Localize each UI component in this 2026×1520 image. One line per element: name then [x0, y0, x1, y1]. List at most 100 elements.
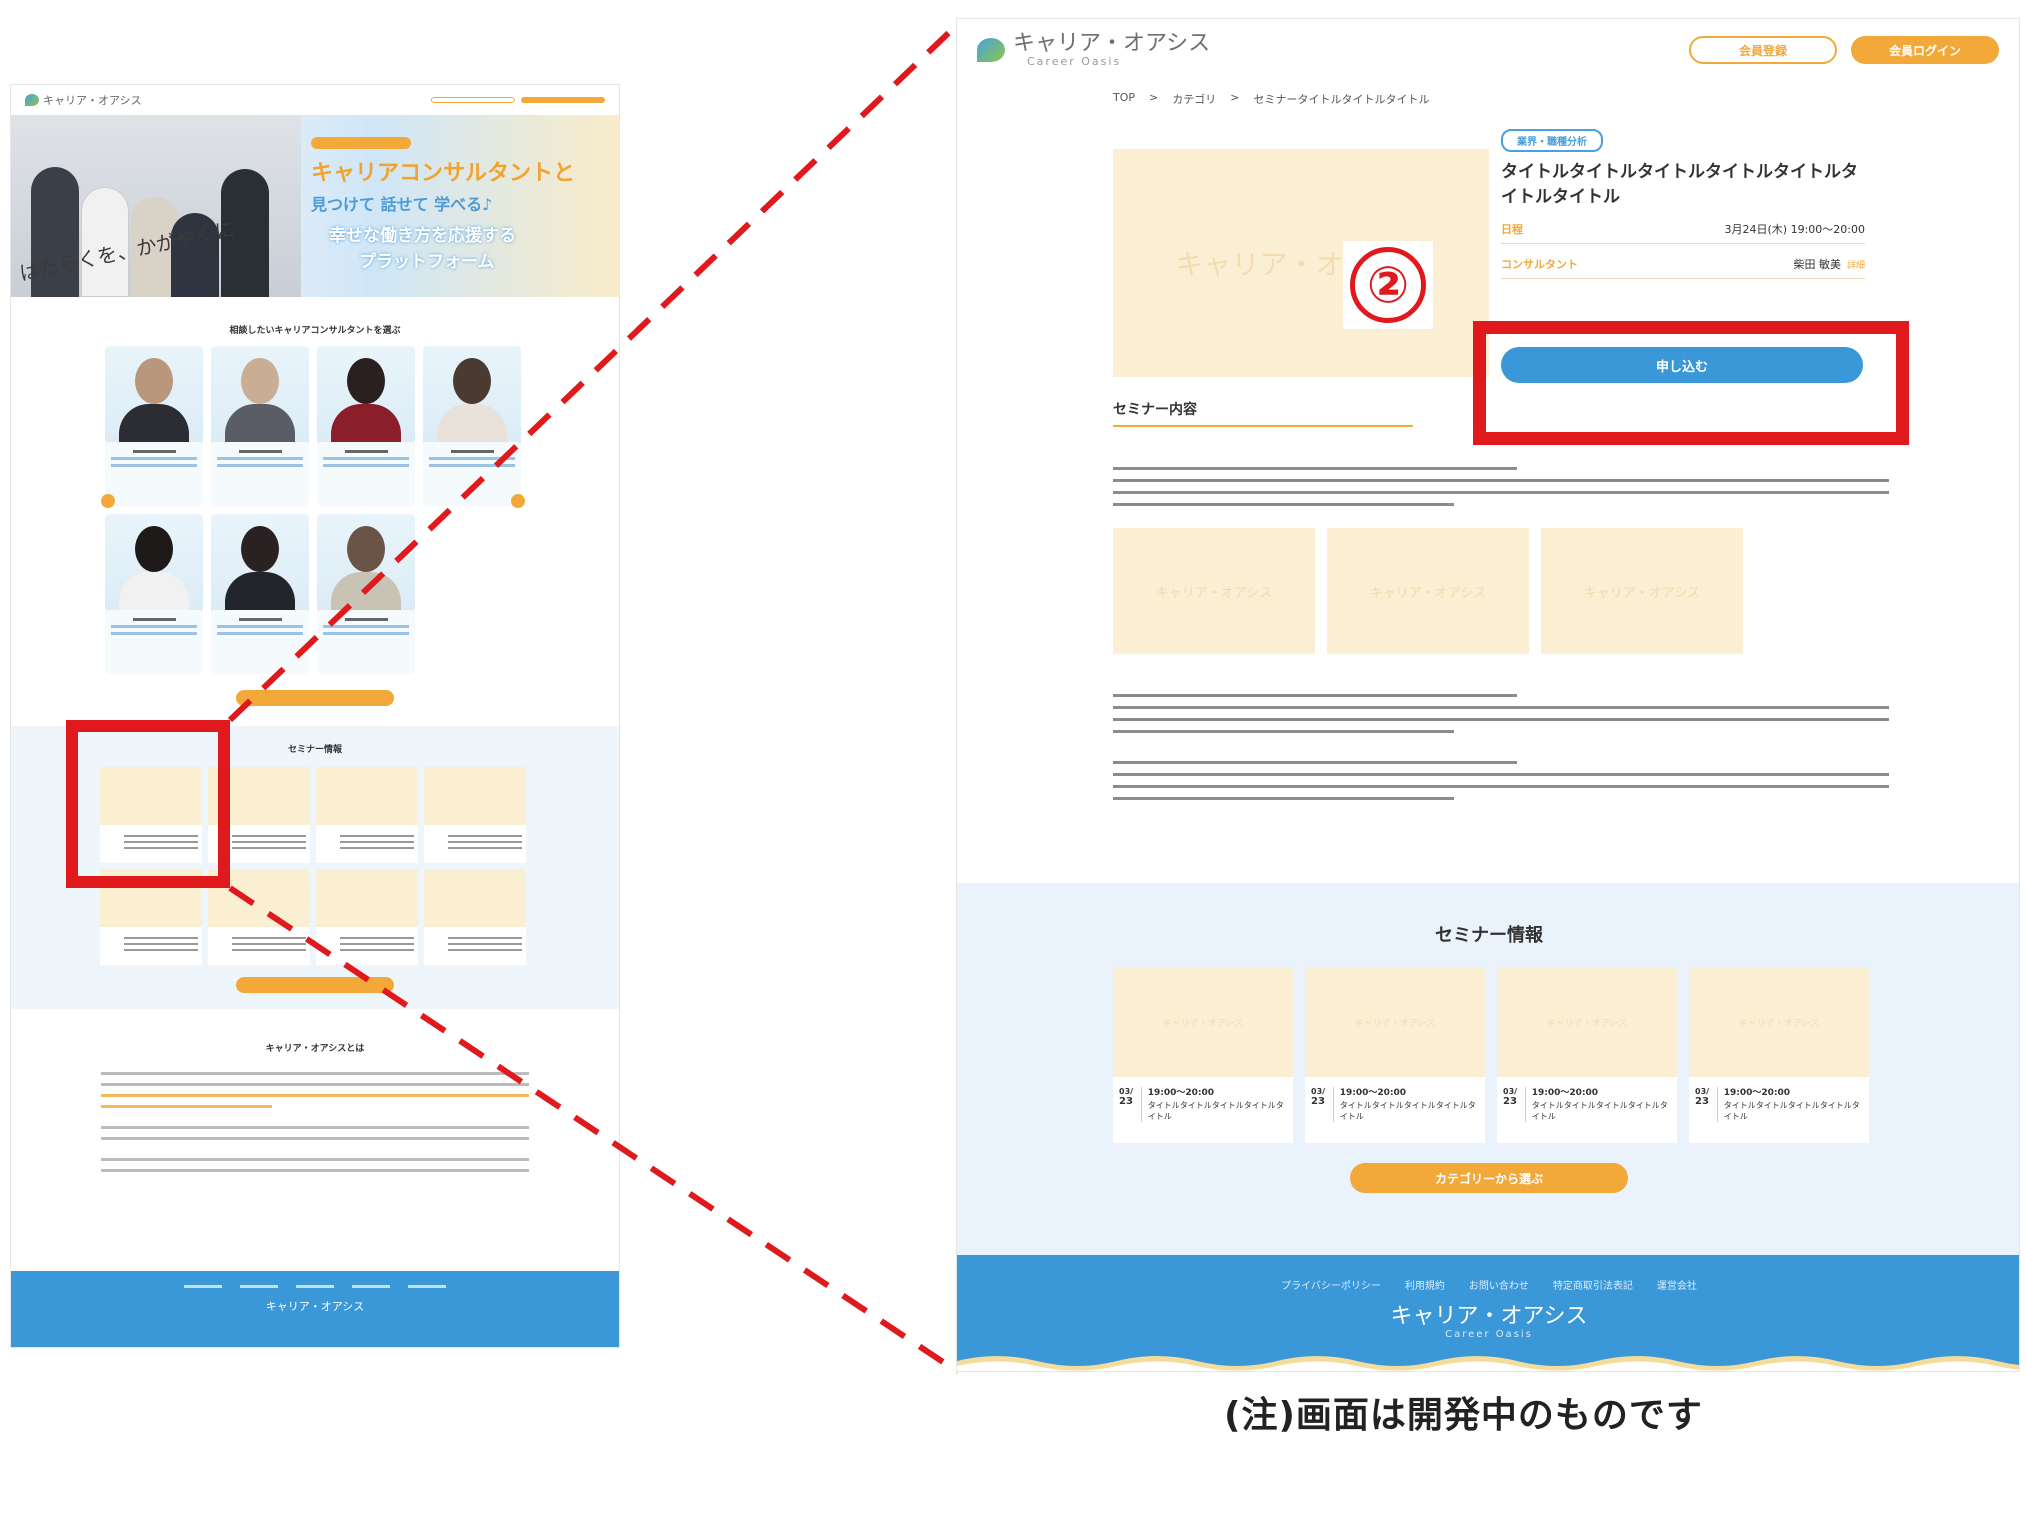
- thumb-logo[interactable]: キャリア・オアシス: [25, 92, 142, 108]
- thumb-footer: キャリア・オアシス: [11, 1271, 619, 1347]
- callout-number-text: ②: [1350, 247, 1426, 323]
- site-footer: プライバシーポリシー 利用規約 お問い合わせ 特定商取引法表記 運営会社 キャリ…: [957, 1255, 2019, 1371]
- seminar-card-title: タイトルタイトルタイトルタイトルタイトル: [1531, 1100, 1668, 1121]
- thumb-consultant-grid: [105, 346, 525, 674]
- site-logo[interactable]: キャリア・オアシス Career Oasis: [977, 30, 1211, 68]
- seminar-card-date: 03/23: [1503, 1087, 1526, 1122]
- seminar-info: 業界・職種分析 タイトルタイトルタイトルタイトルタイトルタイトルタイトル 日程 …: [1501, 129, 1865, 280]
- thumb-login-button[interactable]: [521, 97, 605, 103]
- callout-number: ②: [1343, 241, 1433, 329]
- carousel-prev-icon[interactable]: [101, 494, 115, 508]
- seminar-card[interactable]: キャリア・オアシス 03/23 19:00〜20:00 タイトルタイトルタイトルタ…: [1689, 967, 1869, 1143]
- thumb-header-link[interactable]: [341, 97, 425, 103]
- content-title-underline: [1113, 425, 1413, 427]
- gallery-image: キャリア・オアシス: [1327, 528, 1529, 654]
- footer-link-contact[interactable]: お問い合わせ: [1469, 1277, 1529, 1292]
- seminar-description-1: [1113, 467, 1889, 506]
- hero-title: キャリアコンサルタントと: [311, 161, 576, 186]
- logo-mark-icon: [977, 38, 1005, 62]
- consultant-card[interactable]: [105, 346, 203, 506]
- breadcrumb-separator: >: [1230, 91, 1240, 104]
- thumb-consultants-title: 相談したいキャリアコンサルタントを選ぶ: [229, 326, 401, 336]
- footer-link-privacy[interactable]: プライバシーポリシー: [1281, 1277, 1381, 1292]
- seminar-description-2: [1113, 694, 1889, 733]
- carousel-next-icon[interactable]: [511, 494, 525, 508]
- thumb-seminar-card[interactable]: [424, 767, 526, 863]
- breadcrumb: TOP > カテゴリ > セミナータイトルタイトルタイトル: [957, 91, 2019, 107]
- full-page-thumbnail: キャリア・オアシス はたらくを、かがやくに キャリアコンサルタントと 見つけて …: [10, 84, 620, 1348]
- thumb-register-button[interactable]: [431, 97, 515, 103]
- thumb-seminar-card[interactable]: [316, 767, 418, 863]
- seminar-card-image: キャリア・オアシス: [1689, 967, 1869, 1077]
- hero-subtitle-2: 幸せな働き方を応援する: [329, 226, 516, 246]
- logo-name: キャリア・オアシス: [1013, 30, 1211, 56]
- seminar-card-title: タイトルタイトルタイトルタイトルタイトル: [1339, 1100, 1476, 1121]
- consultant-card[interactable]: [105, 514, 203, 674]
- seminar-card[interactable]: キャリア・オアシス 03/23 19:00〜20:00 タイトルタイトルタイトルタ…: [1497, 967, 1677, 1143]
- consultant-card[interactable]: [423, 346, 521, 506]
- thumb-seminar-card[interactable]: [424, 869, 526, 965]
- seminar-card-title: タイトルタイトルタイトルタイトルタイトル: [1723, 1100, 1860, 1121]
- seminar-detail-page: キャリア・オアシス Career Oasis 会員登録 会員ログイン TOP >…: [956, 18, 2020, 1372]
- breadcrumb-top[interactable]: TOP: [1113, 91, 1135, 107]
- hero-subtitle: 見つけて 話せて 学べる♪: [311, 195, 493, 214]
- seminar-card-date: 03/23: [1695, 1087, 1718, 1122]
- category-select-button[interactable]: カテゴリーから選ぶ: [1350, 1163, 1628, 1193]
- category-tag[interactable]: 業界・職種分析: [1501, 129, 1603, 152]
- login-button[interactable]: 会員ログイン: [1851, 36, 1999, 64]
- seminar-card[interactable]: キャリア・オアシス 03/23 19:00〜20:00 タイトルタイトルタイトルタ…: [1305, 967, 1485, 1143]
- seminar-card-title: タイトルタイトルタイトルタイトルタイトル: [1147, 1100, 1284, 1121]
- seminar-card-time: 19:00〜20:00: [1147, 1088, 1215, 1098]
- thumb-header: キャリア・オアシス: [11, 85, 619, 115]
- hero-tag: [311, 137, 411, 149]
- highlight-box-seminar-card: [66, 720, 230, 888]
- thumb-about-section: キャリア・オアシスとは: [11, 1009, 619, 1202]
- register-button[interactable]: 会員登録: [1689, 36, 1837, 64]
- seminar-card-image: キャリア・オアシス: [1113, 967, 1293, 1077]
- footer-link-terms[interactable]: 利用規約: [1405, 1277, 1445, 1292]
- thumb-category-button[interactable]: [236, 977, 394, 993]
- seminar-image-gallery: キャリア・オアシス キャリア・オアシス キャリア・オアシス: [1113, 528, 2019, 654]
- gallery-image: キャリア・オアシス: [1113, 528, 1315, 654]
- seminar-card-time: 19:00〜20:00: [1531, 1088, 1599, 1098]
- consultant-card[interactable]: [317, 514, 415, 674]
- seminar-card-date: 03/23: [1119, 1087, 1142, 1122]
- consultant-value: 柴田 敏美: [1793, 258, 1841, 272]
- site-header: キャリア・オアシス Career Oasis 会員登録 会員ログイン: [957, 19, 2019, 81]
- info-row-consultant: コンサルタント 柴田 敏美 詳細: [1501, 250, 1865, 280]
- highlight-box-apply: [1473, 321, 1909, 445]
- seminar-card[interactable]: キャリア・オアシス 03/23 19:00〜20:00 タイトルタイトルタイトルタ…: [1113, 967, 1293, 1143]
- footer-links: プライバシーポリシー 利用規約 お問い合わせ 特定商取引法表記 運営会社: [957, 1277, 2019, 1292]
- breadcrumb-current: セミナータイトルタイトルタイトル: [1253, 93, 1430, 106]
- seminar-section-title: セミナー情報: [1435, 925, 1543, 946]
- footer-link-commerce[interactable]: 特定商取引法表記: [1553, 1277, 1633, 1292]
- seminar-title: タイトルタイトルタイトルタイトルタイトルタイトルタイトル: [1501, 162, 1858, 207]
- thumb-seminar-card[interactable]: [316, 869, 418, 965]
- seminar-card-image: キャリア・オアシス: [1497, 967, 1677, 1077]
- seminar-card-grid: キャリア・オアシス 03/23 19:00〜20:00 タイトルタイトルタイトルタ…: [1113, 967, 2019, 1143]
- footer-wave: [957, 1356, 2019, 1371]
- consultant-card[interactable]: [211, 514, 309, 674]
- consultant-label: コンサルタント: [1501, 258, 1578, 272]
- content-section-title: セミナー内容: [1113, 402, 1197, 418]
- thumb-consultant-more-button[interactable]: [236, 690, 394, 706]
- consultant-card[interactable]: [211, 346, 309, 506]
- seminar-card-time: 19:00〜20:00: [1723, 1088, 1791, 1098]
- breadcrumb-category[interactable]: カテゴリ: [1172, 91, 1216, 107]
- schedule-value: 3月24日(木) 19:00〜20:00: [1724, 223, 1865, 237]
- footer-logo[interactable]: キャリア・オアシス Career Oasis: [957, 1306, 2019, 1340]
- development-note: (注)画面は開発中のものです: [1224, 1395, 1703, 1436]
- logo-tagline: Career Oasis: [1027, 54, 1122, 68]
- hero-subtitle-3: プラットフォーム: [359, 252, 495, 272]
- seminar-card-image: キャリア・オアシス: [1305, 967, 1485, 1077]
- footer-link-company[interactable]: 運営会社: [1657, 1277, 1697, 1292]
- info-row-schedule: 日程 3月24日(木) 19:00〜20:00: [1501, 215, 1865, 245]
- consultant-card[interactable]: [317, 346, 415, 506]
- logo-mark-icon: [25, 94, 39, 106]
- seminar-card-time: 19:00〜20:00: [1339, 1088, 1407, 1098]
- thumb-hero-banner: はたらくを、かがやくに キャリアコンサルタントと 見つけて 話せて 学べる♪ 幸…: [11, 115, 619, 297]
- thumb-logo-text: キャリア・オアシス: [43, 94, 142, 107]
- seminar-card-date: 03/23: [1311, 1087, 1334, 1122]
- consultant-detail-link[interactable]: 詳細: [1847, 261, 1865, 271]
- seminar-description-3: [1113, 761, 1889, 800]
